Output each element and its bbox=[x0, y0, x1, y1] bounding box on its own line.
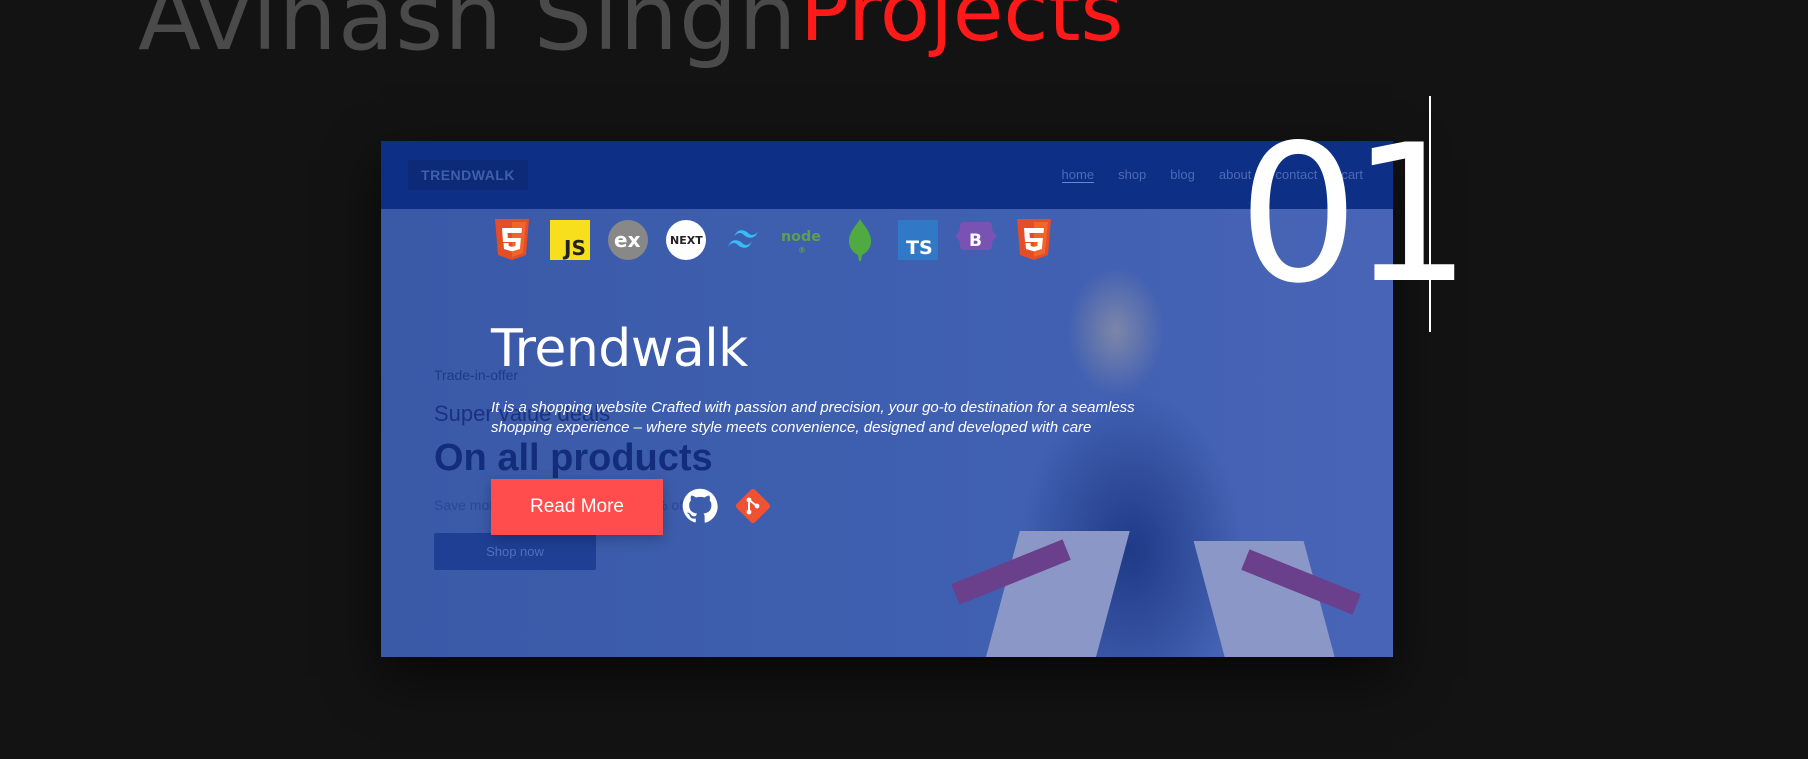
svg-text:ex: ex bbox=[614, 228, 641, 252]
preview-shop-button: Shop now bbox=[434, 533, 596, 570]
svg-text:TS: TS bbox=[906, 237, 933, 259]
html5-icon bbox=[491, 219, 533, 261]
svg-text:B: B bbox=[969, 231, 982, 251]
nextjs-icon: NEXT bbox=[665, 219, 707, 261]
preview-logo: TRENDWALK bbox=[408, 160, 528, 190]
svg-text:node: node bbox=[781, 229, 821, 245]
svg-text:NEXT: NEXT bbox=[670, 234, 703, 247]
bootstrap-icon: B bbox=[955, 219, 997, 261]
nodejs-icon: node ® bbox=[781, 219, 823, 261]
express-icon: ex bbox=[607, 219, 649, 261]
preview-headline: On all products bbox=[434, 437, 713, 479]
javascript-icon: JS bbox=[549, 219, 591, 261]
svg-text:®: ® bbox=[798, 245, 806, 254]
mongodb-icon bbox=[839, 219, 881, 261]
number-divider bbox=[1429, 96, 1431, 332]
section-title: Projects bbox=[800, 0, 1124, 60]
html5-icon bbox=[1013, 219, 1055, 261]
read-more-button[interactable]: Read More bbox=[491, 479, 663, 535]
project-title: Trendwalk bbox=[491, 319, 748, 379]
header-name: Avinash Singh bbox=[138, 0, 798, 71]
github-icon[interactable] bbox=[682, 488, 718, 524]
tech-stack: JS ex NEXT node ® TS B bbox=[491, 219, 1055, 261]
tailwind-icon bbox=[723, 219, 765, 261]
project-description: It is a shopping website Crafted with pa… bbox=[491, 399, 1135, 436]
svg-text:JS: JS bbox=[562, 236, 586, 260]
typescript-icon: TS bbox=[897, 219, 939, 261]
git-icon[interactable] bbox=[735, 488, 771, 524]
